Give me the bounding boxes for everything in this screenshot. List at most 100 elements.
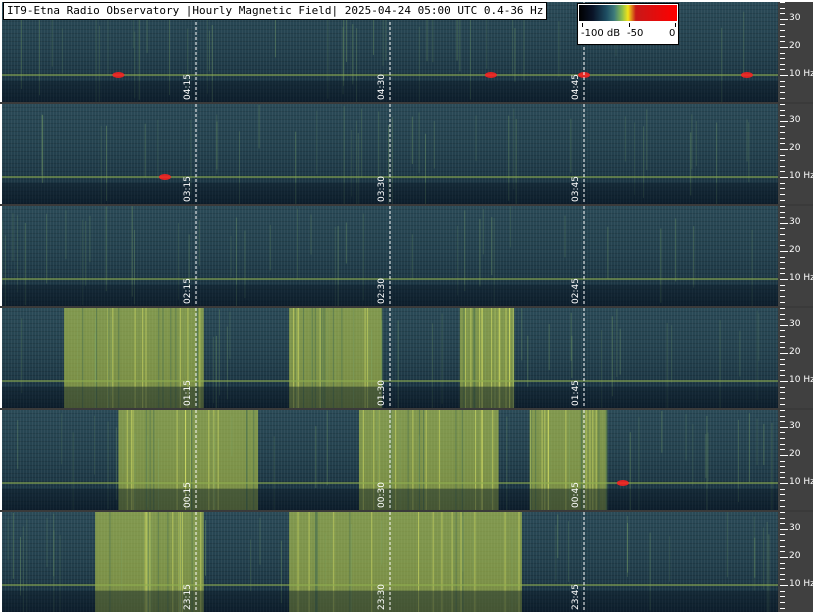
noise-streak <box>46 518 48 567</box>
time-tick-label: 00:45 <box>571 482 581 508</box>
noise-streak <box>726 512 728 578</box>
frequency-tick <box>780 41 785 43</box>
time-tick-label: 02:15 <box>183 278 193 304</box>
noise-streak <box>297 208 299 280</box>
frequency-tick <box>780 188 785 190</box>
frequency-tick <box>780 523 785 525</box>
noise-streak <box>411 116 413 164</box>
frequency-tick <box>780 126 785 128</box>
frequency-tick <box>780 494 785 496</box>
noise-streak <box>482 208 484 255</box>
noise-streak <box>472 531 474 579</box>
frequency-tick-label: 20 <box>789 40 801 51</box>
noise-streak <box>433 121 435 169</box>
frequency-tick-label: 20 <box>789 346 801 357</box>
time-tick-label: 01:15 <box>183 380 193 406</box>
noise-streak <box>418 112 420 174</box>
noise-streak <box>746 119 748 162</box>
noise-streak <box>558 21 560 78</box>
frequency-axis: 30 20 10 Hz <box>778 104 813 204</box>
time-tick-label: 04:45 <box>571 74 581 100</box>
noise-streak <box>316 110 318 175</box>
noise-streak <box>144 123 146 178</box>
noise-streak <box>315 426 317 489</box>
frequency-tick-label: 30 <box>789 420 801 431</box>
noise-streak <box>754 537 756 578</box>
frequency-tick <box>780 177 788 179</box>
noise-streak <box>756 418 758 466</box>
noise-streak <box>482 312 484 354</box>
frequency-tick <box>780 483 788 485</box>
frequency-tick <box>780 517 785 519</box>
frequency-tick <box>780 143 785 145</box>
noise-streak <box>372 14 374 55</box>
frequency-tick <box>780 91 785 93</box>
frequency-tick <box>780 148 788 150</box>
strip-separator <box>0 204 813 206</box>
noise-streak <box>330 522 332 570</box>
spectrogram-strip: 23:15 23:30 23:45 <box>2 512 778 612</box>
frequency-tick-label: 10 Hz <box>789 273 813 284</box>
noise-streak <box>739 330 741 377</box>
frequency-tick-label: 30 <box>789 318 801 329</box>
noise-streak <box>512 334 514 388</box>
frequency-tick <box>780 352 788 354</box>
noise-streak <box>95 317 97 384</box>
frequency-tick <box>780 551 785 553</box>
noise-streak <box>218 309 220 396</box>
frequency-tick <box>780 585 788 587</box>
noise-streak <box>229 311 231 359</box>
noise-streak <box>743 11 745 79</box>
noise-streak <box>110 316 112 396</box>
time-tick-label: 23:45 <box>571 584 581 610</box>
frequency-tick <box>780 313 785 315</box>
noise-streak <box>567 521 569 582</box>
frequency-tick <box>780 13 785 15</box>
hot-spot <box>158 174 171 181</box>
frequency-tick-label: 30 <box>789 12 801 23</box>
frequency-tick-label: 30 <box>789 114 801 125</box>
frequency-tick <box>780 267 785 269</box>
frequency-tick <box>780 477 785 479</box>
spectrogram-figure: 04:15 04:30 04:45 03:15 03:30 03:45 02:15 02:30… <box>0 0 813 612</box>
colorbar-min-label: -100 dB <box>581 28 621 39</box>
frequency-tick <box>780 392 785 394</box>
frequency-tick <box>780 568 785 570</box>
noise-streak <box>7 517 9 561</box>
frequency-tick <box>780 607 785 609</box>
hot-spot <box>616 480 629 487</box>
frequency-tick-label: 20 <box>789 550 801 561</box>
frequency-tick <box>780 499 785 501</box>
noise-streak <box>748 413 750 483</box>
noise-streak <box>269 224 271 271</box>
time-tick-label: 01:30 <box>377 380 387 406</box>
noise-streak <box>371 329 373 387</box>
frequency-tick <box>780 454 788 456</box>
noise-streak <box>646 109 648 171</box>
noise-streak <box>564 215 566 258</box>
time-tick-label: 23:30 <box>377 584 387 610</box>
noise-streak <box>157 119 159 179</box>
frequency-tick <box>780 69 785 71</box>
frequency-tick <box>780 7 785 9</box>
noise-streak <box>671 325 673 383</box>
noise-streak <box>250 539 252 592</box>
noise-streak <box>695 121 697 167</box>
frequency-tick <box>780 421 785 423</box>
noise-streak <box>675 218 677 282</box>
hot-spot <box>112 72 125 79</box>
noise-streak <box>756 310 758 401</box>
colorbar-legend: -100 dB -50 0 <box>577 3 679 45</box>
frequency-tick <box>780 30 785 32</box>
time-tick-label: 01:45 <box>571 380 581 406</box>
colorbar-tick <box>582 23 583 27</box>
frequency-axis: 30 20 10 Hz <box>778 512 813 612</box>
frequency-tick <box>780 330 785 332</box>
noise-streak <box>479 218 481 287</box>
noise-streak <box>607 226 609 279</box>
noise-streak <box>53 513 55 577</box>
strip-separator <box>0 510 813 512</box>
frequency-tick <box>780 2 785 3</box>
frequency-tick <box>780 222 788 224</box>
time-tick-label: 03:30 <box>377 176 387 202</box>
